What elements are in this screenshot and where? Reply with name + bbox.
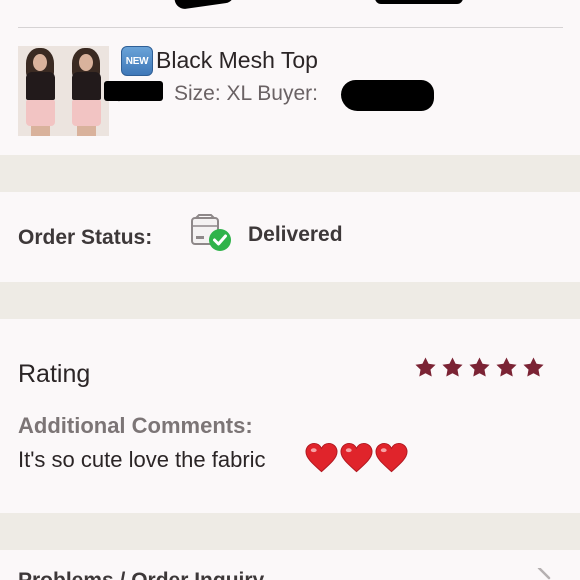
order-status-value: Delivered (248, 223, 343, 246)
product-thumbnail[interactable] (18, 46, 109, 136)
heart-icon (375, 442, 408, 473)
star-icon (523, 357, 544, 377)
redaction-mark (375, 0, 463, 4)
model-figure (18, 46, 63, 136)
star-icon (415, 357, 436, 377)
redaction-mark (341, 80, 434, 111)
order-status-label: Order Status: (18, 226, 153, 249)
heart-icon (340, 442, 373, 473)
rating-label: Rating (18, 360, 91, 388)
star-icon (469, 357, 490, 377)
new-badge: NEW (121, 46, 153, 76)
star-rating (414, 356, 545, 379)
comment-text: It's so cute love the fabric (18, 447, 266, 472)
redaction-mark (104, 81, 163, 101)
problems-order-inquiry-link[interactable]: Problems / Order Inquiry (18, 569, 264, 580)
heart-icon (305, 442, 338, 473)
model-figure (64, 46, 109, 136)
divider (18, 27, 563, 28)
box-delivered-icon (191, 214, 231, 251)
star-icon (442, 357, 463, 377)
star-icon (496, 357, 517, 377)
chevron-right-icon[interactable] (536, 568, 552, 580)
heart-emojis (305, 442, 408, 474)
size-buyer-line: Size: XL Buyer: (174, 82, 318, 105)
comments-label: Additional Comments: (18, 413, 253, 438)
product-title[interactable]: Black Mesh Top (156, 47, 318, 74)
